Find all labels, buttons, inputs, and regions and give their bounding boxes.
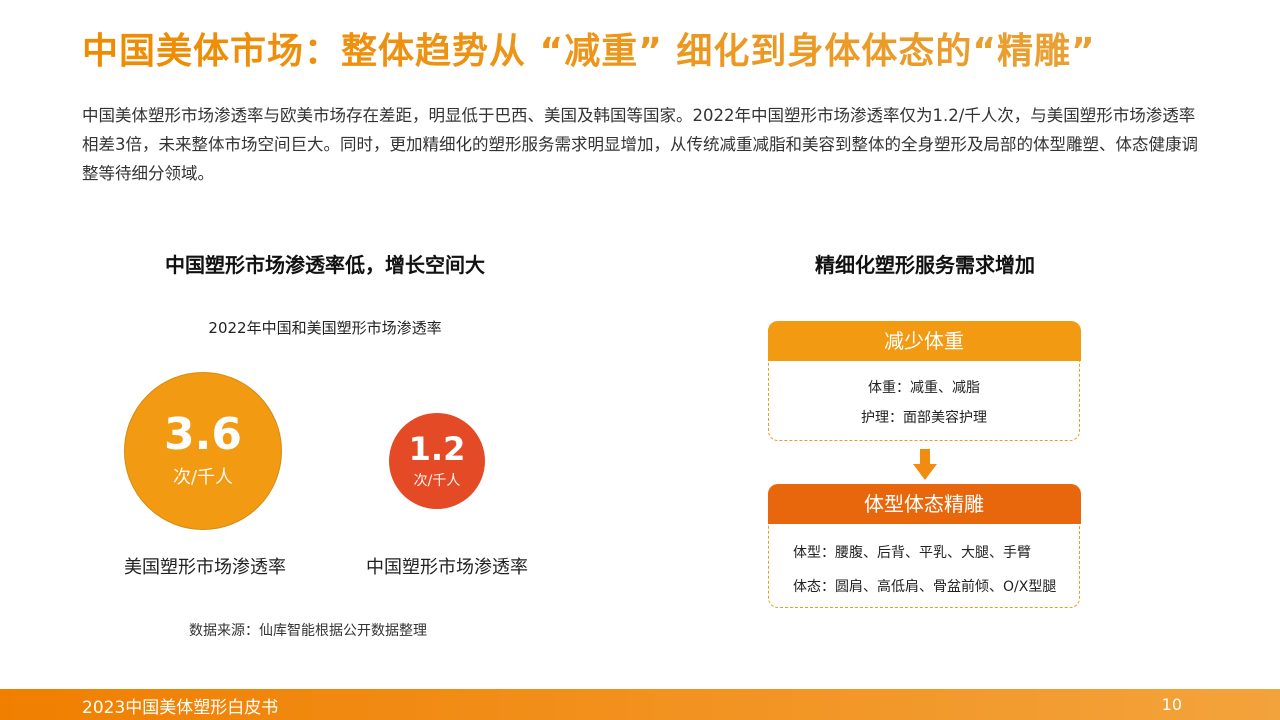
chart-title: 2022年中国和美国塑形市场渗透率 bbox=[208, 319, 442, 337]
weight-loss-line-1: 体重：减重、减脂 bbox=[868, 379, 980, 396]
page-title: 中国美体市场：整体趋势从 “减重” 细化到身体体态的“精雕” bbox=[82, 22, 1232, 74]
body-sculpt-line-2: 体态：圆肩、高低肩、骨盆前倾、O/X型腿 bbox=[793, 578, 1057, 595]
bubble-china-label: 中国塑形市场渗透率 bbox=[366, 557, 528, 578]
arrow-down-icon bbox=[913, 449, 937, 480]
data-source-note: 数据来源：仙库智能根据公开数据整理 bbox=[189, 623, 427, 639]
footer-title: 2023中国美体塑形白皮书 bbox=[82, 698, 279, 718]
body-sculpt-box: 体型体态精雕 体型：腰腹、后背、平乳、大腿、手臂 体态：圆肩、高低肩、骨盆前倾、… bbox=[767, 483, 1081, 608]
bubble-us-label: 美国塑形市场渗透率 bbox=[124, 557, 286, 578]
bubble-us: 3.6 次/千人 bbox=[124, 372, 282, 530]
left-section-heading: 中国塑形市场渗透率低，增长空间大 bbox=[165, 253, 485, 277]
weight-loss-box-title: 减少体重 bbox=[767, 320, 1081, 361]
bubble-china-value: 1.2 bbox=[408, 429, 466, 468]
weight-loss-line-2: 护理：面部美容护理 bbox=[861, 409, 987, 426]
bubble-us-unit: 次/千人 bbox=[172, 467, 234, 488]
intro-paragraph: 中国美体塑形市场渗透率与欧美市场存在差距，明显低于巴西、美国及韩国等国家。202… bbox=[82, 106, 1198, 183]
page-number: 10 bbox=[1161, 695, 1182, 714]
weight-loss-box: 减少体重 体重：减重、减脂 护理：面部美容护理 bbox=[767, 320, 1081, 441]
body-sculpt-line-1: 体型：腰腹、后背、平乳、大腿、手臂 bbox=[793, 544, 1031, 561]
bubble-china-unit: 次/千人 bbox=[413, 472, 461, 489]
right-section-heading: 精细化塑形服务需求增加 bbox=[815, 253, 1035, 277]
bubble-us-value: 3.6 bbox=[164, 409, 242, 460]
bubble-china: 1.2 次/千人 bbox=[389, 413, 485, 509]
footer-bar: 2023中国美体塑形白皮书 10 bbox=[0, 689, 1280, 720]
body-sculpt-box-title: 体型体态精雕 bbox=[767, 483, 1081, 524]
